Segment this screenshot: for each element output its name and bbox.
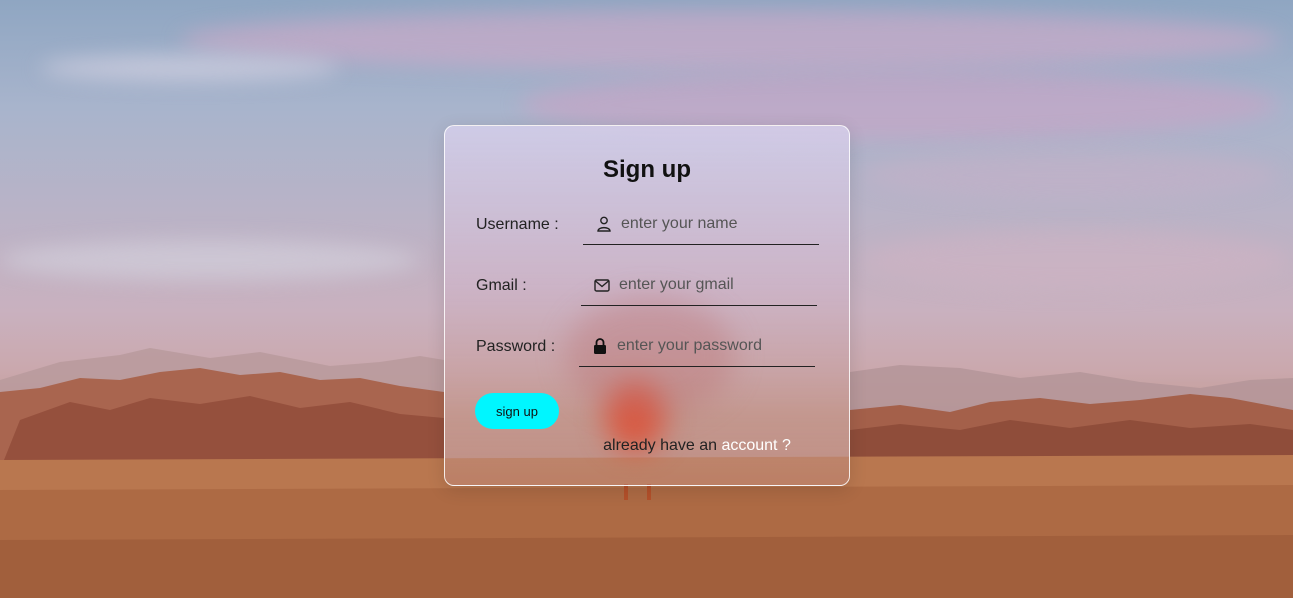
username-label: Username : xyxy=(476,216,559,233)
signup-card: Sign up Username : Gmail : P xyxy=(444,125,850,486)
envelope-icon xyxy=(593,276,611,294)
password-label: Password : xyxy=(476,338,556,355)
password-input[interactable] xyxy=(617,337,807,355)
sign-up-button[interactable]: sign up xyxy=(475,393,559,429)
user-icon xyxy=(595,215,613,233)
login-prompt-text: already have an xyxy=(603,437,717,454)
login-prompt: already have an account ? xyxy=(445,437,849,455)
gmail-label: Gmail : xyxy=(476,277,527,294)
lock-icon xyxy=(591,337,609,355)
username-field xyxy=(583,204,819,245)
gmail-input[interactable] xyxy=(619,276,809,294)
username-input[interactable] xyxy=(621,215,811,233)
gmail-field xyxy=(581,265,817,306)
form-title: Sign up xyxy=(603,156,691,183)
account-link[interactable]: account ? xyxy=(721,437,790,454)
background-scene: Sign up Username : Gmail : P xyxy=(0,0,1293,598)
password-field xyxy=(579,326,815,367)
